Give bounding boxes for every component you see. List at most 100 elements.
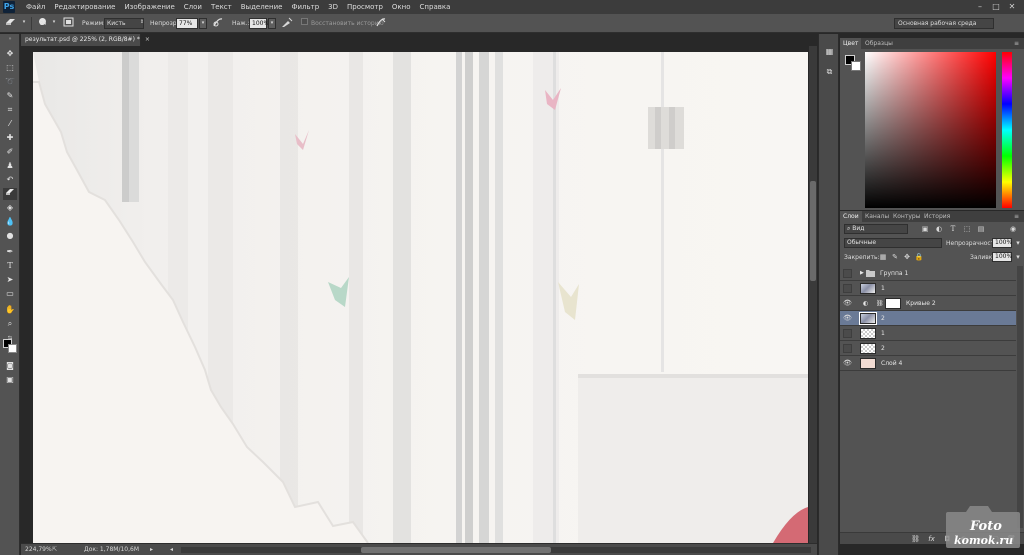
filter-adjustment-icon[interactable]: ◐ [934,224,944,234]
blur-tool-icon[interactable]: 💧 [3,216,17,228]
layers-scrollbar[interactable] [1017,266,1023,528]
tab-channels[interactable]: Каналы [862,211,892,222]
visibility-toggle[interactable] [843,344,852,353]
share-icon[interactable]: ⇱ [52,544,57,555]
lock-pixels-icon[interactable]: ✎ [890,252,900,262]
visibility-toggle[interactable] [843,269,852,278]
visibility-toggle[interactable] [843,284,852,293]
pen-tool-icon[interactable]: ✒ [3,246,17,258]
menu-select[interactable]: Выделение [241,0,283,14]
layer-row[interactable]: 👁 ◐ ⛓ Кривые 2 [840,296,1016,311]
layer-mask-thumbnail[interactable] [885,298,901,309]
scroll-left-arrow-icon[interactable]: ◂ [170,544,173,555]
workspace-select[interactable]: Основная рабочая среда [894,18,994,29]
menu-help[interactable]: Справка [420,0,451,14]
opacity-pressure-icon[interactable] [211,17,224,30]
filter-toggle-icon[interactable]: ◉ [1008,224,1018,234]
eye-icon[interactable]: 👁 [843,314,852,323]
eraser-tool-icon[interactable] [3,188,17,200]
minimize-button[interactable]: – [972,0,988,14]
lock-transparency-icon[interactable]: ▦ [878,252,888,262]
menu-image[interactable]: Изображение [124,0,174,14]
hand-tool-icon[interactable]: ✋ [3,304,17,316]
tab-color[interactable]: Цвет [840,38,862,49]
link-icon[interactable]: ⛓ [876,296,884,311]
clone-stamp-tool-icon[interactable]: ♟ [3,160,17,172]
document-canvas[interactable] [33,52,808,543]
lasso-tool-icon[interactable]: ➰ [3,76,17,88]
layer-row[interactable]: 2 [840,341,1016,356]
screen-mode-icon[interactable]: ▣ [3,374,17,386]
close-button[interactable]: ✕ [1004,0,1020,14]
background-color-swatch[interactable] [8,344,17,353]
lock-all-icon[interactable]: 🔒 [914,252,924,262]
tool-preset-dropdown-icon[interactable]: ▾ [20,18,28,29]
link-layers-icon[interactable]: ⛓ [910,534,921,544]
type-tool-icon[interactable]: T [3,260,17,272]
mode-dropdown-icon[interactable]: ⇕ [138,18,146,29]
layer-row[interactable]: 1 [840,281,1016,296]
menu-text[interactable]: Текст [211,0,232,14]
menu-file[interactable]: Файл [26,0,45,14]
brush-picker-dropdown-icon[interactable]: ▾ [50,18,58,29]
filter-smart-object-icon[interactable]: ▤ [976,224,986,234]
layer-fill-field[interactable]: 100% [992,252,1012,262]
blend-mode-select[interactable]: Обычные [844,238,942,248]
filter-type-icon[interactable]: T [948,224,958,234]
airbrush-icon[interactable] [280,17,293,30]
horizontal-scroll-thumb[interactable] [361,547,551,553]
tab-paths[interactable]: Контуры [890,211,923,222]
layer-row[interactable]: 👁 2 [840,311,1016,326]
toolbar-collapse-icon[interactable]: » [3,36,17,42]
status-menu-arrow-icon[interactable]: ▸ [150,544,153,555]
panel-menu-icon[interactable]: ≡ [1011,211,1022,222]
shape-tool-icon[interactable]: ▭ [3,288,17,300]
filter-pixel-icon[interactable]: ▣ [920,224,930,234]
pressure-dropdown-icon[interactable]: ▾ [268,18,276,29]
tab-layers[interactable]: Слои [840,211,862,222]
filter-shape-icon[interactable]: ⬚ [962,224,972,234]
history-panel-icon[interactable]: ▦ [823,46,836,58]
vertical-scroll-thumb[interactable] [810,181,816,281]
zoom-tool-icon[interactable]: ⌕ [3,318,17,330]
tab-history[interactable]: История [921,211,953,222]
crop-tool-icon[interactable]: ⌗ [3,104,17,116]
layer-row[interactable]: 1 [840,326,1016,341]
brush-panel-icon[interactable] [62,17,75,30]
menu-window[interactable]: Окно [392,0,411,14]
quick-mask-icon[interactable]: ◙ [3,360,17,372]
layer-row[interactable]: 👁 Слой 4 [840,356,1016,371]
zoom-level[interactable]: 224,79% [25,544,52,555]
restore-history-checkbox[interactable] [300,17,308,30]
eye-icon[interactable]: 👁 [843,359,852,368]
opacity-field[interactable]: 77% [176,18,198,29]
menu-filter[interactable]: Фильтр [291,0,319,14]
close-document-icon[interactable]: × [145,36,150,43]
layer-row[interactable]: ▶ Группа 1 [840,266,1016,281]
eye-icon[interactable]: 👁 [843,299,852,308]
eyedropper-tool-icon[interactable]: ⁄ [3,118,17,130]
quick-selection-tool-icon[interactable]: ✎ [3,90,17,102]
layer-opacity-field[interactable]: 100% [992,238,1012,248]
visibility-toggle[interactable] [843,329,852,338]
lock-position-icon[interactable]: ✥ [902,252,912,262]
menu-3d[interactable]: 3D [328,0,338,14]
menu-layers[interactable]: Слои [184,0,202,14]
maximize-button[interactable]: □ [988,0,1004,14]
opacity-dropdown-icon[interactable]: ▾ [199,18,207,29]
marquee-tool-icon[interactable]: ⬚ [3,62,17,74]
pressure-field[interactable]: 100% [249,18,269,29]
brush-tool-icon[interactable]: ✐ [3,146,17,158]
layer-filter-select[interactable]: ⌕ Вид [844,224,908,234]
paint-bucket-tool-icon[interactable]: ◈ [3,202,17,214]
color-picker-field[interactable] [865,52,996,208]
tab-swatches[interactable]: Образцы [862,38,896,49]
history-brush-tool-icon[interactable]: ↶ [3,174,17,186]
path-selection-tool-icon[interactable]: ➤ [3,274,17,286]
group-expand-icon[interactable]: ▶ [860,266,864,281]
panel-menu-icon[interactable]: ≡ [1011,38,1022,49]
properties-panel-icon[interactable]: ⧉ [823,66,836,78]
fill-arrow-icon[interactable]: ▾ [1013,252,1023,262]
pressure-size-icon[interactable] [374,17,387,30]
move-tool-icon[interactable]: ✥ [3,48,17,60]
